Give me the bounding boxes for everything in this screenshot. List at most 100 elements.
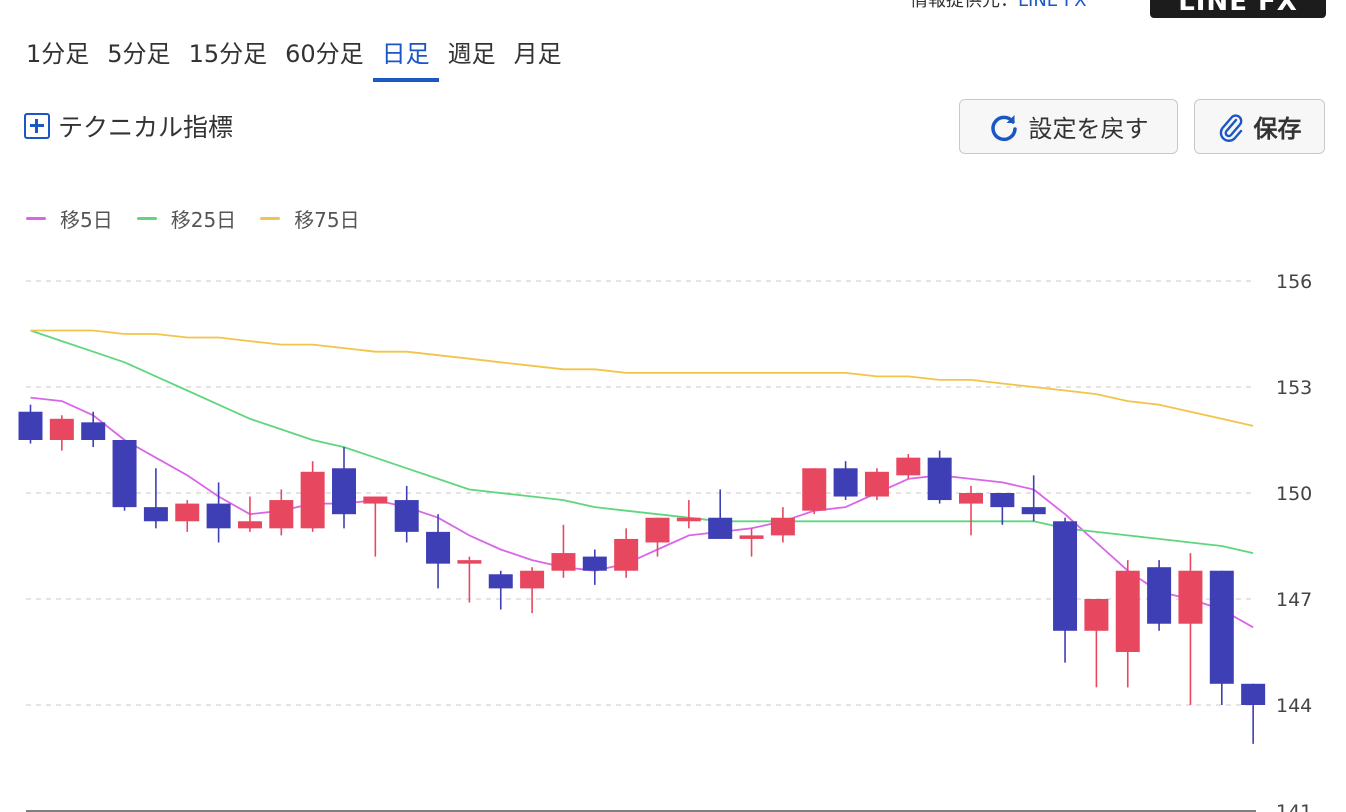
tab-60min[interactable]: 60分足 — [276, 36, 373, 82]
candle-body — [426, 531, 451, 564]
candle-body — [582, 556, 607, 571]
legend-item-ma25[interactable]: 移25日 — [136, 204, 237, 233]
candle-20 — [614, 528, 639, 578]
legend-item-ma5[interactable]: 移5日 — [26, 204, 113, 233]
provider-link[interactable]: LINE FX — [1018, 0, 1087, 11]
provider-prefix: 情報提供元： — [910, 0, 1018, 11]
candle-body — [1053, 521, 1078, 631]
candle-body — [676, 517, 701, 522]
candle-body — [488, 574, 513, 589]
candle-26 — [802, 468, 827, 515]
candle-40 — [1241, 683, 1266, 744]
candle-34 — [1053, 517, 1078, 663]
save-button[interactable]: 保存 — [1194, 99, 1325, 154]
ma75-line — [30, 329, 1254, 427]
candle-37 — [1147, 560, 1172, 631]
reset-settings-button[interactable]: 設定を戻す — [959, 99, 1178, 154]
candle-4 — [112, 439, 137, 511]
candle-22 — [676, 500, 701, 529]
candle-body — [959, 492, 983, 504]
candle-36 — [1115, 560, 1140, 688]
candlestick-chart[interactable]: 156 153 150 147 144 141 — [0, 240, 1346, 812]
candle-layer — [18, 404, 1266, 744]
candle-body — [363, 496, 388, 504]
tab-weekly[interactable]: 週足 — [439, 36, 505, 82]
reset-settings-label: 設定を戻す — [1028, 115, 1149, 143]
y-tick-label-156: 156 — [1276, 271, 1312, 293]
paperclip-icon — [1219, 113, 1242, 142]
candle-body — [990, 492, 1015, 508]
candle-21 — [645, 517, 670, 557]
y-axis-labels: 156 153 150 147 144 141 — [1276, 271, 1312, 812]
tab-15min[interactable]: 15分足 — [180, 36, 277, 82]
technical-indicator-label: テクニカル指標 — [58, 113, 234, 142]
candle-8 — [237, 496, 262, 532]
legend-swatch-ma5 — [26, 217, 46, 220]
tab-1min[interactable]: 1分足 — [26, 36, 98, 82]
legend-label-ma25: 移25日 — [170, 208, 237, 232]
legend-item-ma75[interactable]: 移75日 — [260, 204, 360, 233]
legend-label-ma5: 移5日 — [60, 208, 113, 232]
candle-body — [394, 500, 419, 532]
candle-body — [49, 418, 74, 440]
candle-12 — [363, 496, 388, 557]
tab-5min[interactable]: 5分足 — [98, 36, 179, 82]
candle-body — [770, 517, 795, 536]
chart-legend: 移5日 移25日 移75日 — [26, 204, 360, 233]
candle-14 — [426, 514, 451, 589]
candle-18 — [551, 524, 576, 578]
brand-logo[interactable]: LINE FX — [1150, 0, 1326, 18]
technical-indicator-button[interactable]: テクニカル指標 — [24, 108, 233, 144]
candle-body — [645, 517, 670, 543]
candle-body — [1147, 567, 1172, 624]
candle-body — [1241, 683, 1266, 705]
candle-body — [551, 553, 576, 571]
candle-body — [802, 468, 827, 511]
candle-28 — [864, 468, 889, 501]
candle-body — [18, 411, 43, 440]
candle-body — [112, 439, 137, 508]
y-tick-label-141: 141 — [1276, 801, 1312, 812]
candle-body — [269, 500, 294, 529]
candle-32 — [990, 492, 1015, 525]
candle-body — [143, 507, 168, 522]
legend-swatch-ma75 — [260, 217, 281, 220]
candle-body — [1021, 507, 1046, 515]
candle-body — [175, 503, 200, 522]
candle-25 — [770, 507, 795, 543]
y-tick-label-144: 144 — [1276, 695, 1312, 717]
candle-19 — [582, 549, 607, 585]
candle-38 — [1178, 553, 1203, 705]
candle-body — [1209, 570, 1234, 684]
candle-body — [927, 457, 952, 501]
y-tick-label-153: 153 — [1276, 377, 1312, 399]
tab-monthly[interactable]: 月足 — [505, 36, 571, 82]
y-tick-label-150: 150 — [1276, 483, 1312, 505]
tab-daily[interactable]: 日足 — [372, 36, 439, 82]
candle-23 — [708, 489, 733, 539]
candle-1 — [18, 404, 43, 444]
legend-swatch-ma25 — [136, 217, 157, 220]
legend-label-ma75: 移75日 — [294, 208, 360, 232]
candle-27 — [833, 461, 858, 501]
candle-body — [896, 457, 921, 476]
candle-body — [1084, 598, 1109, 631]
candle-15 — [457, 556, 482, 603]
candle-body — [708, 517, 733, 539]
candle-body — [332, 468, 356, 515]
candle-35 — [1084, 598, 1109, 688]
candle-body — [300, 471, 325, 529]
candle-3 — [81, 411, 106, 448]
candle-10 — [300, 461, 325, 532]
header-strip: 情報提供元：LINE FX LINE FX — [880, 0, 1346, 18]
candle-body — [864, 471, 889, 497]
candle-body — [237, 521, 262, 529]
candle-body — [1115, 570, 1140, 652]
candle-33 — [1021, 475, 1046, 522]
candle-30 — [927, 450, 952, 504]
candle-11 — [332, 447, 356, 529]
candle-body — [457, 560, 482, 564]
candle-body — [81, 422, 106, 440]
timeframe-tabs: 1分足 5分足 15分足 60分足 日足 週足 月足 — [26, 36, 571, 84]
provider-credit: 情報提供元：LINE FX — [910, 0, 1087, 12]
